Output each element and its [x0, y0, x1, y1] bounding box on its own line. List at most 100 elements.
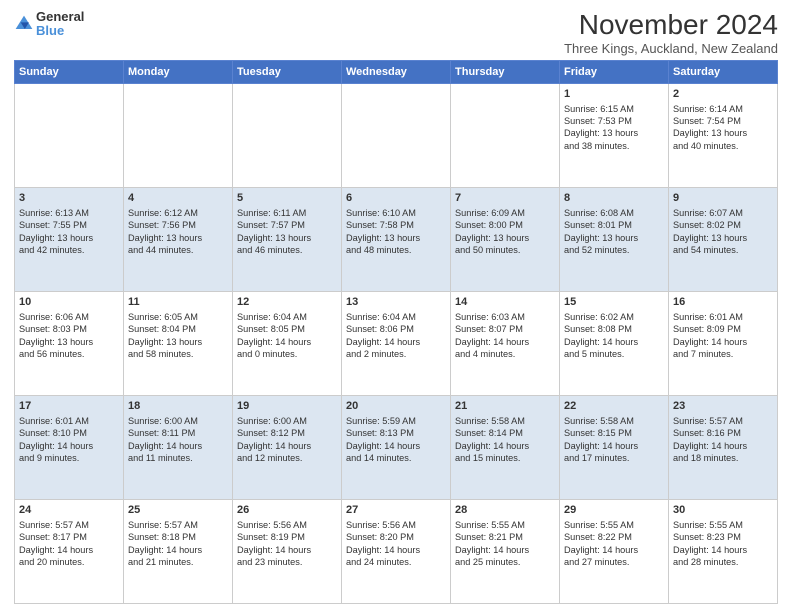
- day-info-line: Sunset: 8:04 PM: [128, 323, 228, 335]
- day-number: 6: [346, 191, 446, 206]
- day-info-line: Daylight: 14 hours: [237, 544, 337, 556]
- calendar-cell: [124, 83, 233, 187]
- day-info-line: and 42 minutes.: [19, 244, 119, 256]
- calendar-cell: 24Sunrise: 5:57 AMSunset: 8:17 PMDayligh…: [15, 499, 124, 603]
- day-info-line: Sunrise: 6:15 AM: [564, 103, 664, 115]
- day-info-line: Daylight: 14 hours: [237, 336, 337, 348]
- calendar-cell: 12Sunrise: 6:04 AMSunset: 8:05 PMDayligh…: [233, 291, 342, 395]
- day-number: 24: [19, 503, 119, 518]
- day-info-line: Daylight: 14 hours: [455, 544, 555, 556]
- day-header-saturday: Saturday: [669, 60, 778, 83]
- calendar-week-2: 3Sunrise: 6:13 AMSunset: 7:55 PMDaylight…: [15, 187, 778, 291]
- day-number: 29: [564, 503, 664, 518]
- calendar-cell: [15, 83, 124, 187]
- calendar-cell: 2Sunrise: 6:14 AMSunset: 7:54 PMDaylight…: [669, 83, 778, 187]
- day-info-line: Sunset: 7:55 PM: [19, 219, 119, 231]
- day-info-line: Daylight: 14 hours: [564, 336, 664, 348]
- calendar-cell: 3Sunrise: 6:13 AMSunset: 7:55 PMDaylight…: [15, 187, 124, 291]
- day-info-line: and 25 minutes.: [455, 556, 555, 568]
- day-info-line: Sunrise: 6:10 AM: [346, 207, 446, 219]
- header-row: SundayMondayTuesdayWednesdayThursdayFrid…: [15, 60, 778, 83]
- day-info-line: Sunrise: 6:04 AM: [237, 311, 337, 323]
- day-number: 21: [455, 399, 555, 414]
- day-info-line: Sunset: 7:57 PM: [237, 219, 337, 231]
- day-info-line: and 9 minutes.: [19, 452, 119, 464]
- day-number: 30: [673, 503, 773, 518]
- day-number: 20: [346, 399, 446, 414]
- calendar-cell: 18Sunrise: 6:00 AMSunset: 8:11 PMDayligh…: [124, 395, 233, 499]
- day-info-line: and 24 minutes.: [346, 556, 446, 568]
- day-info-line: and 52 minutes.: [564, 244, 664, 256]
- day-info-line: Daylight: 13 hours: [128, 336, 228, 348]
- day-info-line: Daylight: 14 hours: [19, 544, 119, 556]
- day-info-line: Sunrise: 6:01 AM: [19, 415, 119, 427]
- day-number: 19: [237, 399, 337, 414]
- day-info-line: Sunset: 8:07 PM: [455, 323, 555, 335]
- day-info-line: Daylight: 14 hours: [128, 440, 228, 452]
- day-info-line: Sunset: 8:20 PM: [346, 531, 446, 543]
- day-info-line: Sunset: 8:08 PM: [564, 323, 664, 335]
- day-info-line: Sunset: 8:22 PM: [564, 531, 664, 543]
- day-info-line: and 54 minutes.: [673, 244, 773, 256]
- day-number: 22: [564, 399, 664, 414]
- calendar-body: 1Sunrise: 6:15 AMSunset: 7:53 PMDaylight…: [15, 83, 778, 603]
- day-number: 3: [19, 191, 119, 206]
- day-info-line: Sunrise: 6:06 AM: [19, 311, 119, 323]
- page: General Blue November 2024 Three Kings, …: [0, 0, 792, 612]
- day-info-line: Sunrise: 5:59 AM: [346, 415, 446, 427]
- day-info-line: and 20 minutes.: [19, 556, 119, 568]
- day-info-line: Sunset: 8:11 PM: [128, 427, 228, 439]
- day-info-line: and 15 minutes.: [455, 452, 555, 464]
- calendar-cell: 25Sunrise: 5:57 AMSunset: 8:18 PMDayligh…: [124, 499, 233, 603]
- calendar-cell: 14Sunrise: 6:03 AMSunset: 8:07 PMDayligh…: [451, 291, 560, 395]
- calendar-cell: 5Sunrise: 6:11 AMSunset: 7:57 PMDaylight…: [233, 187, 342, 291]
- day-info-line: Sunrise: 6:01 AM: [673, 311, 773, 323]
- day-header-sunday: Sunday: [15, 60, 124, 83]
- logo-text: General Blue: [36, 10, 84, 39]
- day-info-line: Daylight: 14 hours: [237, 440, 337, 452]
- calendar-cell: 20Sunrise: 5:59 AMSunset: 8:13 PMDayligh…: [342, 395, 451, 499]
- day-info-line: and 12 minutes.: [237, 452, 337, 464]
- day-info-line: and 0 minutes.: [237, 348, 337, 360]
- logo-icon: [14, 14, 34, 34]
- day-info-line: Sunset: 8:19 PM: [237, 531, 337, 543]
- day-number: 8: [564, 191, 664, 206]
- calendar-cell: 26Sunrise: 5:56 AMSunset: 8:19 PMDayligh…: [233, 499, 342, 603]
- day-info-line: and 46 minutes.: [237, 244, 337, 256]
- day-number: 12: [237, 295, 337, 310]
- day-info-line: and 5 minutes.: [564, 348, 664, 360]
- day-header-wednesday: Wednesday: [342, 60, 451, 83]
- day-info-line: Daylight: 13 hours: [564, 232, 664, 244]
- day-info-line: Sunset: 8:06 PM: [346, 323, 446, 335]
- day-info-line: Sunrise: 6:11 AM: [237, 207, 337, 219]
- calendar-cell: 16Sunrise: 6:01 AMSunset: 8:09 PMDayligh…: [669, 291, 778, 395]
- day-info-line: Sunrise: 6:09 AM: [455, 207, 555, 219]
- day-info-line: and 4 minutes.: [455, 348, 555, 360]
- day-number: 11: [128, 295, 228, 310]
- calendar-table: SundayMondayTuesdayWednesdayThursdayFrid…: [14, 60, 778, 604]
- day-info-line: and 50 minutes.: [455, 244, 555, 256]
- day-info-line: Sunset: 8:16 PM: [673, 427, 773, 439]
- day-info-line: Daylight: 13 hours: [673, 127, 773, 139]
- calendar-cell: 13Sunrise: 6:04 AMSunset: 8:06 PMDayligh…: [342, 291, 451, 395]
- calendar-cell: [451, 83, 560, 187]
- calendar-cell: [233, 83, 342, 187]
- day-info-line: Sunrise: 6:00 AM: [237, 415, 337, 427]
- location: Three Kings, Auckland, New Zealand: [564, 41, 778, 56]
- day-info-line: Sunrise: 6:08 AM: [564, 207, 664, 219]
- day-info-line: Daylight: 13 hours: [19, 336, 119, 348]
- day-info-line: Sunrise: 5:56 AM: [346, 519, 446, 531]
- calendar-cell: 21Sunrise: 5:58 AMSunset: 8:14 PMDayligh…: [451, 395, 560, 499]
- calendar-cell: [342, 83, 451, 187]
- logo: General Blue: [14, 10, 84, 39]
- day-number: 26: [237, 503, 337, 518]
- calendar-cell: 17Sunrise: 6:01 AMSunset: 8:10 PMDayligh…: [15, 395, 124, 499]
- day-info-line: Sunset: 8:10 PM: [19, 427, 119, 439]
- day-info-line: Sunset: 8:17 PM: [19, 531, 119, 543]
- day-info-line: Sunset: 8:15 PM: [564, 427, 664, 439]
- day-info-line: Sunset: 8:21 PM: [455, 531, 555, 543]
- day-info-line: Sunrise: 6:03 AM: [455, 311, 555, 323]
- calendar-cell: 8Sunrise: 6:08 AMSunset: 8:01 PMDaylight…: [560, 187, 669, 291]
- day-header-monday: Monday: [124, 60, 233, 83]
- day-number: 15: [564, 295, 664, 310]
